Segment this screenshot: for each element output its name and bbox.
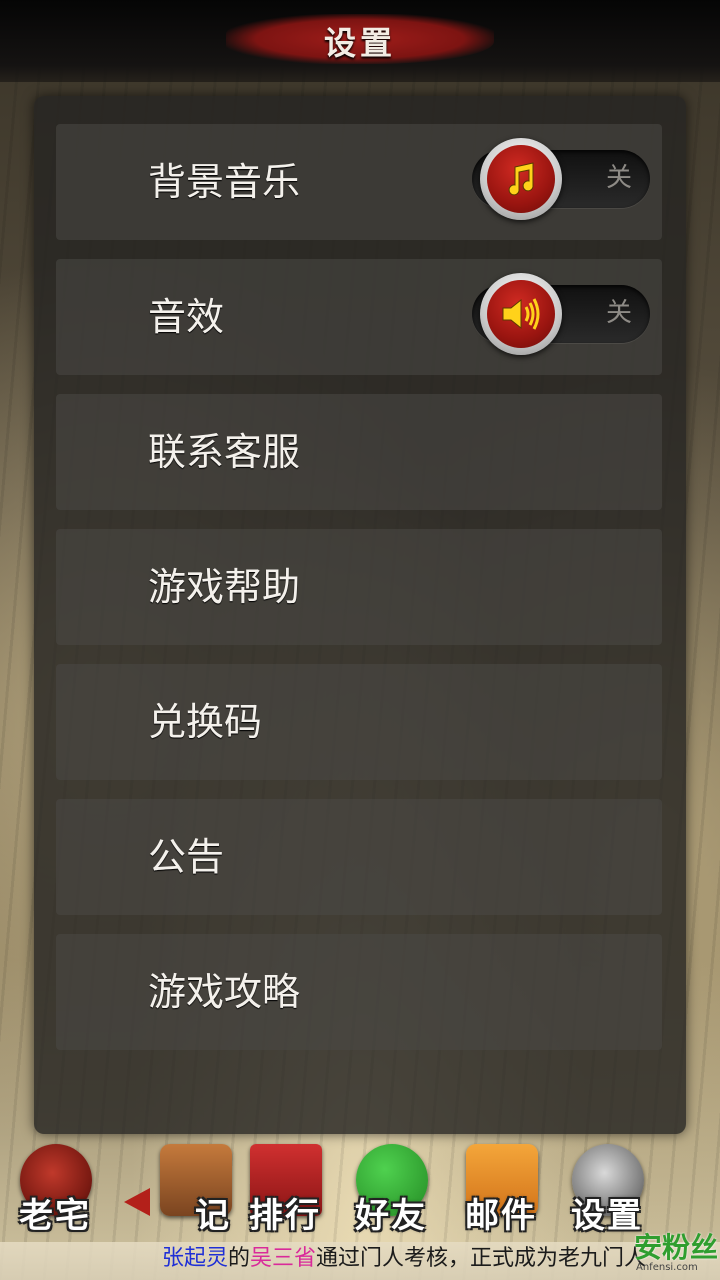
nav-home[interactable]: 老宅 <box>0 1138 110 1242</box>
setting-row-bg-music: 背景音乐 关 <box>56 124 662 240</box>
setting-row-game-help[interactable]: 游戏帮助 <box>56 529 662 645</box>
nav-mail-label: 邮件 <box>465 1196 537 1236</box>
bg-music-toggle-state: 关 <box>605 163 632 193</box>
bg-music-toggle[interactable]: 关 <box>472 138 650 220</box>
nav-mail[interactable]: 邮件 <box>446 1138 556 1242</box>
game-help-label: 游戏帮助 <box>148 565 301 609</box>
nav-friends[interactable]: 好友 <box>336 1138 446 1242</box>
music-note-icon <box>508 162 534 196</box>
announcement-label: 公告 <box>148 835 225 879</box>
setting-row-game-guide[interactable]: 游戏攻略 <box>56 934 662 1050</box>
redeem-code-label: 兑换码 <box>148 700 263 744</box>
marquee-text: 张起灵的吴三省通过门人考核，正式成为老九门人 <box>162 1244 646 1274</box>
bg-music-knob[interactable] <box>480 138 562 220</box>
game-guide-label: 游戏攻略 <box>148 970 301 1014</box>
setting-row-sound-effects: 音效 关 <box>56 259 662 375</box>
marquee-middle: 的 <box>228 1246 251 1271</box>
nav-ranking-label: 排行 <box>249 1196 321 1236</box>
nav-ranking[interactable]: 排行 <box>230 1138 340 1242</box>
watermark-url: Anfensi.com <box>636 1262 698 1273</box>
marquee-rest: 通过门人考核，正式成为老九门人 <box>316 1246 647 1271</box>
title-bar: 设置 <box>0 0 720 82</box>
setting-row-redeem-code[interactable]: 兑换码 <box>56 664 662 780</box>
watermark-logo-text: 安粉丝 <box>634 1231 719 1264</box>
marquee-name-1: 张起灵 <box>162 1246 229 1271</box>
contact-support-label: 联系客服 <box>148 430 301 474</box>
bg-music-label: 背景音乐 <box>148 160 301 204</box>
site-watermark: 安粉丝 Anfensi.com <box>614 1222 720 1280</box>
setting-row-announcement[interactable]: 公告 <box>56 799 662 915</box>
announcement-marquee: 张起灵的吴三省通过门人考核，正式成为老九门人 <box>0 1242 720 1280</box>
settings-panel: 背景音乐 关 音效 关 联系客服 游戏帮助 兑换码 公告 游戏攻略 <box>34 96 686 1134</box>
sound-effects-toggle-state: 关 <box>605 298 632 328</box>
marquee-name-2: 吴三省 <box>250 1246 317 1271</box>
bottom-nav: 老宅 记 排行 好友 邮件 设置 <box>0 1138 720 1242</box>
nav-friends-label: 好友 <box>355 1196 427 1236</box>
nav-home-label: 老宅 <box>19 1196 91 1236</box>
speaker-icon <box>502 298 540 330</box>
page-title: 设置 <box>323 24 396 62</box>
sound-effects-toggle[interactable]: 关 <box>472 273 650 355</box>
sound-effects-label: 音效 <box>148 295 225 339</box>
setting-row-contact-support[interactable]: 联系客服 <box>56 394 662 510</box>
sound-effects-knob[interactable] <box>480 273 562 355</box>
